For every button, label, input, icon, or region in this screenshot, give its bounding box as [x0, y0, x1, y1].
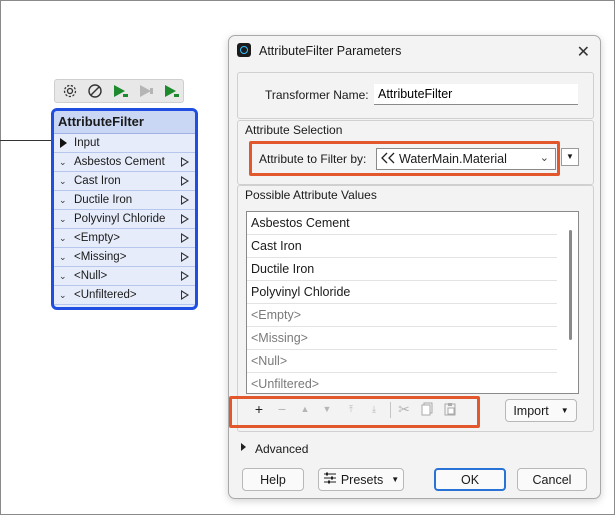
output-port[interactable]: ⌄ <Unfiltered>: [54, 286, 195, 305]
expand-icon: ⌄: [59, 176, 67, 186]
output-port[interactable]: ⌄ Asbestos Cement: [54, 153, 195, 172]
list-item[interactable]: Asbestos Cement: [247, 212, 557, 235]
app-icon: [237, 43, 251, 57]
expand-icon: ⌄: [59, 252, 67, 262]
output-port-label: <Missing>: [74, 251, 127, 263]
caret-down-icon: ▼: [560, 406, 569, 415]
attribute-menu-button[interactable]: ▼: [561, 148, 579, 166]
list-item[interactable]: <Empty>: [247, 304, 557, 327]
cancel-label: Cancel: [532, 472, 572, 487]
output-port-icon: [181, 290, 189, 300]
output-port-icon: [181, 252, 189, 262]
run-from-this-icon[interactable]: [136, 81, 158, 101]
highlight-attribute-row: [249, 141, 560, 176]
output-port[interactable]: ⌄ Ductile Iron: [54, 191, 195, 210]
ok-label: OK: [460, 472, 480, 487]
sliders-icon: [323, 472, 337, 487]
output-port-label: <Null>: [74, 270, 108, 282]
input-port[interactable]: Input: [54, 134, 195, 153]
attributefilter-node[interactable]: AttributeFilter Input ⌄ Asbestos Cement ⌄ C…: [51, 108, 198, 310]
output-port-icon: [181, 195, 189, 205]
output-port-icon: [181, 157, 189, 167]
output-port-label: Polyvinyl Chloride: [74, 213, 166, 225]
output-port-label: <Unfiltered>: [74, 289, 137, 301]
presets-label: Presets: [340, 472, 384, 487]
list-item[interactable]: Ductile Iron: [247, 258, 557, 281]
expand-icon: ⌄: [59, 214, 67, 224]
advanced-label[interactable]: Advanced: [255, 442, 308, 456]
output-port[interactable]: ⌄ <Empty>: [54, 229, 195, 248]
expand-icon: ⌄: [59, 233, 67, 243]
cancel-button[interactable]: Cancel: [517, 468, 587, 491]
dialog-titlebar: AttributeFilter Parameters ✕: [229, 36, 600, 66]
list-item[interactable]: <Null>: [247, 350, 557, 373]
node-toolbar: [54, 79, 184, 103]
close-icon[interactable]: ✕: [577, 42, 590, 62]
transformer-name-input[interactable]: [374, 84, 578, 105]
output-port-label: Cast Iron: [74, 175, 121, 187]
list-item[interactable]: Polyvinyl Chloride: [247, 281, 557, 304]
expand-icon: ⌄: [59, 290, 67, 300]
highlight-list-toolbar: [229, 396, 480, 428]
caret-down-icon: ▼: [391, 475, 400, 484]
expand-icon: ⌄: [59, 157, 67, 167]
help-label: Help: [260, 472, 286, 487]
connection-line: [0, 140, 56, 141]
output-port[interactable]: ⌄ <Null>: [54, 267, 195, 286]
output-port[interactable]: ⌄ <Missing>: [54, 248, 195, 267]
node-title: AttributeFilter: [54, 111, 195, 134]
list-item[interactable]: <Missing>: [247, 327, 557, 350]
input-port-label: Input: [74, 137, 100, 149]
input-port-icon: [60, 138, 67, 148]
ok-button[interactable]: OK: [434, 468, 506, 491]
output-port-icon: [181, 271, 189, 281]
output-port-icon: [181, 176, 189, 186]
vertical-scrollbar[interactable]: [569, 230, 572, 340]
output-port[interactable]: ⌄ Polyvinyl Chloride: [54, 210, 195, 229]
transformer-name-label: Transformer Name:: [265, 88, 369, 102]
attribute-selection-label: Attribute Selection: [245, 123, 343, 137]
output-port-icon: [181, 214, 189, 224]
import-label: Import: [513, 403, 549, 418]
possible-values-list[interactable]: Asbestos Cement Cast Iron Ductile Iron Poly…: [246, 211, 579, 394]
presets-button[interactable]: Presets ▼: [318, 468, 404, 491]
output-port-label: <Empty>: [74, 232, 121, 244]
output-port-label: Asbestos Cement: [74, 156, 165, 168]
expand-advanced-icon[interactable]: [241, 443, 246, 451]
import-button[interactable]: Import ▼: [505, 399, 577, 422]
expand-icon: ⌄: [59, 195, 67, 205]
gear-icon[interactable]: [59, 81, 81, 101]
run-to-this-icon[interactable]: [110, 81, 132, 101]
dialog-title: AttributeFilter Parameters: [259, 44, 402, 58]
run-only-this-icon[interactable]: [161, 81, 183, 101]
disable-icon[interactable]: [85, 81, 107, 101]
output-port-icon: [181, 233, 189, 243]
list-item[interactable]: <Unfiltered>: [247, 373, 557, 393]
expand-icon: ⌄: [59, 271, 67, 281]
list-item[interactable]: Cast Iron: [247, 235, 557, 258]
output-port-label: Ductile Iron: [74, 194, 133, 206]
output-port[interactable]: ⌄ Cast Iron: [54, 172, 195, 191]
help-button[interactable]: Help: [242, 468, 304, 491]
possible-values-label: Possible Attribute Values: [245, 188, 377, 202]
